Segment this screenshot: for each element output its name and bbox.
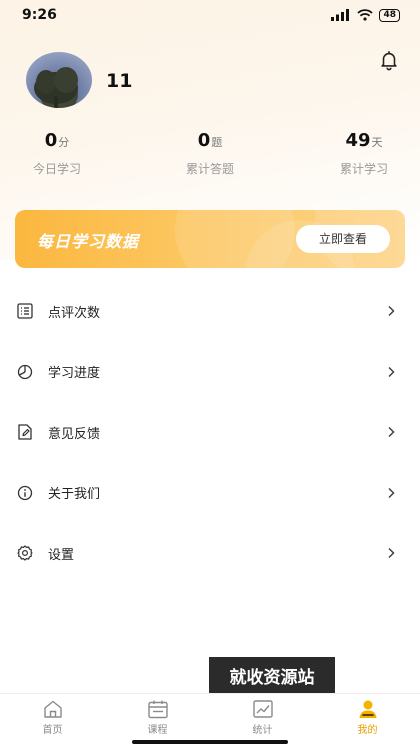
home-indicator [132, 740, 288, 744]
stat-label: 累计答题 [185, 162, 234, 176]
stat-value: 49 [345, 130, 371, 151]
tab-home[interactable]: 首页 [0, 694, 105, 747]
stat-value: 0 [197, 130, 211, 151]
view-now-button[interactable]: 立即查看 [296, 225, 390, 253]
home-icon [43, 700, 62, 718]
gear-icon [16, 544, 34, 562]
menu-item-about-us[interactable]: 关于我们 [0, 463, 420, 524]
chevron-right-icon [388, 548, 395, 559]
daily-study-banner[interactable]: 每日学习数据 立即查看 [15, 210, 405, 268]
stat-unit: 题 [211, 136, 223, 149]
battery-icon: 48 [379, 8, 400, 22]
chevron-right-icon [388, 366, 395, 377]
signal-icon [331, 9, 350, 21]
username: 11 [106, 70, 133, 92]
chevron-right-icon [388, 487, 395, 498]
tab-label: 课程 [147, 725, 168, 736]
stat-total-answers: 0题 累计答题 [140, 130, 280, 177]
bell-icon[interactable] [378, 49, 400, 71]
tab-label: 首页 [42, 725, 63, 736]
menu-item-review-count[interactable]: 点评次数 [0, 281, 420, 342]
status-bar: 9:26 48 [0, 0, 420, 30]
menu-item-study-progress[interactable]: 学习进度 [0, 342, 420, 403]
menu-item-feedback[interactable]: 意见反馈 [0, 402, 420, 463]
tab-mine[interactable]: 我的 [315, 694, 420, 747]
tab-label: 我的 [357, 725, 378, 736]
stat-label: 今日学习 [32, 162, 81, 176]
chevron-right-icon [388, 427, 395, 438]
stat-today-study: 0分 今日学习 [0, 130, 127, 177]
menu-item-label: 意见反馈 [48, 426, 101, 442]
calendar-icon [147, 700, 168, 719]
banner-title: 每日学习数据 [37, 232, 140, 251]
menu-item-label: 点评次数 [48, 305, 101, 321]
avatar[interactable] [26, 52, 92, 108]
info-icon [16, 484, 34, 502]
tab-label: 统计 [252, 725, 273, 736]
pie-chart-icon [16, 363, 34, 381]
status-time: 9:26 [22, 7, 57, 23]
stat-unit: 天 [371, 136, 383, 149]
menu-list: 点评次数 学习进度 意见反馈 关于我们 设置 [0, 281, 420, 584]
menu-item-label: 关于我们 [48, 487, 101, 503]
line-chart-icon [252, 700, 273, 718]
list-icon [16, 302, 34, 320]
stat-value: 0 [44, 130, 58, 151]
menu-item-settings[interactable]: 设置 [0, 523, 420, 584]
menu-item-label: 学习进度 [48, 366, 101, 382]
avatar-image [34, 67, 78, 108]
wifi-icon [357, 9, 374, 21]
chevron-right-icon [388, 306, 395, 317]
status-icons: 48 [331, 8, 400, 22]
stat-label: 累计学习 [339, 162, 388, 176]
bottom-tab-bar: 首页 课程 统计 我的 [0, 693, 420, 747]
stat-total-days: 49天 累计学习 [294, 130, 420, 177]
stat-unit: 分 [58, 136, 70, 149]
user-icon [359, 700, 376, 718]
menu-item-label: 设置 [48, 547, 75, 563]
edit-document-icon [16, 423, 34, 441]
